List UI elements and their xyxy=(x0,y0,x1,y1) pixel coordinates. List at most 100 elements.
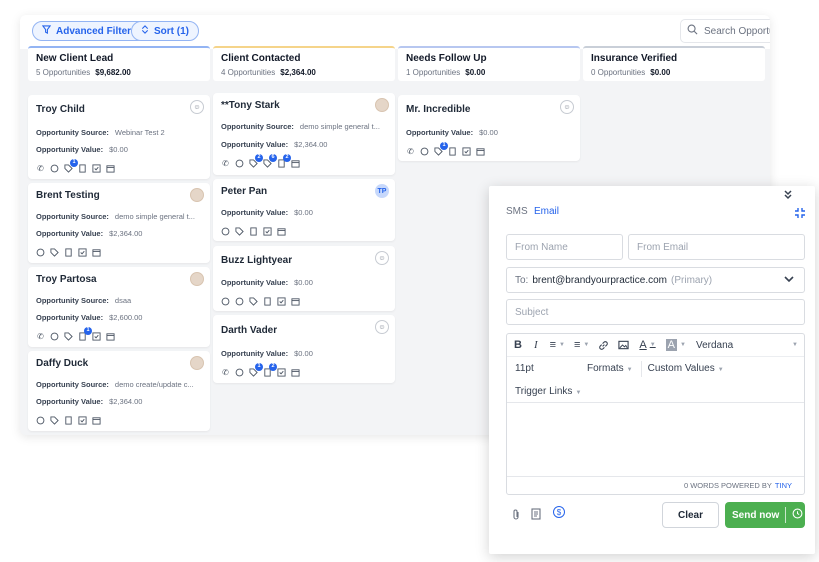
assign-user-icon[interactable]: ☺ xyxy=(375,320,389,334)
assign-user-icon[interactable]: ☺ xyxy=(375,251,389,265)
phone-icon[interactable]: ✆ xyxy=(36,164,45,173)
image-icon[interactable] xyxy=(618,340,630,350)
opportunity-card[interactable]: Mr. Incredible ☺ Opportunity Value: $0.00… xyxy=(398,95,580,161)
chat-icon[interactable] xyxy=(420,147,429,156)
attachment-icon[interactable] xyxy=(511,508,521,526)
column-header-needs-follow-up: Needs Follow Up 1 Opportunities $0.00 xyxy=(398,46,580,81)
tag-icon[interactable] xyxy=(64,332,73,341)
phone-icon[interactable]: ✆ xyxy=(406,147,415,156)
chat-icon[interactable] xyxy=(221,297,230,306)
phone-icon[interactable]: ✆ xyxy=(36,332,45,341)
tag-icon[interactable]: 1 xyxy=(434,142,448,156)
subject-field[interactable]: Subject xyxy=(506,299,805,325)
minimize-icon[interactable] xyxy=(794,206,806,224)
link-icon[interactable] xyxy=(598,340,609,351)
opportunity-card[interactable]: Troy Partosa Opportunity Source: dsaa Opp… xyxy=(28,267,210,347)
phone-icon[interactable]: ✆ xyxy=(221,159,230,168)
note-icon[interactable] xyxy=(78,164,87,173)
trigger-links-select[interactable]: Trigger Links ▼ xyxy=(515,386,581,397)
task-icon[interactable] xyxy=(277,297,286,306)
highlight-caret-icon[interactable]: ▼ xyxy=(680,342,686,348)
note-icon[interactable]: 2 xyxy=(263,363,277,377)
bold-button[interactable]: B xyxy=(514,339,522,351)
calendar-icon[interactable] xyxy=(291,297,300,306)
assign-user-icon[interactable]: ☺ xyxy=(560,100,574,114)
advanced-filters-button[interactable]: Advanced Filters xyxy=(32,21,147,41)
task-icon[interactable] xyxy=(92,164,101,173)
formats-select[interactable]: Formats ▼ xyxy=(587,363,633,374)
note-icon[interactable] xyxy=(64,416,73,425)
highlight-color-button[interactable]: A xyxy=(665,339,678,351)
note-icon[interactable]: 2 xyxy=(277,154,291,168)
font-family-caret-icon[interactable]: ▼ xyxy=(792,342,798,348)
template-icon[interactable] xyxy=(531,507,541,525)
chat-icon[interactable] xyxy=(235,297,244,306)
text-color-button[interactable]: A ▼ xyxy=(639,339,655,351)
calendar-icon[interactable] xyxy=(106,332,115,341)
tag-icon[interactable]: 6 xyxy=(263,154,277,168)
opportunity-card[interactable]: Darth Vader ☺ Opportunity Value: $0.00 ✆ … xyxy=(213,315,395,383)
tab-sms[interactable]: SMS xyxy=(506,206,528,217)
phone-icon[interactable]: ✆ xyxy=(221,368,230,377)
note-icon[interactable] xyxy=(249,227,258,236)
custom-values-select[interactable]: Custom Values ▼ xyxy=(648,363,724,374)
chat-icon[interactable] xyxy=(36,416,45,425)
tag-icon[interactable]: 2 xyxy=(249,154,263,168)
opportunity-card[interactable]: Daffy Duck Opportunity Source: demo creat… xyxy=(28,351,210,431)
task-icon[interactable] xyxy=(277,368,286,377)
search-input[interactable]: Search Opportu xyxy=(680,19,770,43)
tag-icon[interactable] xyxy=(235,227,244,236)
task-icon[interactable] xyxy=(78,248,87,257)
task-icon[interactable] xyxy=(78,416,87,425)
chat-icon[interactable] xyxy=(50,164,59,173)
task-icon[interactable] xyxy=(92,332,101,341)
note-icon[interactable]: 1 xyxy=(78,327,92,341)
calendar-icon[interactable] xyxy=(476,147,485,156)
chat-icon[interactable] xyxy=(50,332,59,341)
opportunity-card[interactable]: **Tony Stark Opportunity Source: demo sim… xyxy=(213,93,395,175)
tag-icon[interactable] xyxy=(50,416,59,425)
italic-button[interactable]: I xyxy=(534,339,538,351)
tag-icon[interactable]: 1 xyxy=(64,159,78,173)
calendar-icon[interactable] xyxy=(277,227,286,236)
from-name-field[interactable]: From Name xyxy=(506,234,623,260)
note-icon[interactable] xyxy=(448,147,457,156)
tag-icon[interactable] xyxy=(50,248,59,257)
opportunity-card[interactable]: Troy Child ☺ Opportunity Source: Webinar … xyxy=(28,95,210,179)
to-field[interactable]: To: brent@brandyourpractice.com (Primary… xyxy=(506,267,805,293)
font-size-select[interactable]: 11pt xyxy=(515,363,587,374)
assign-user-icon[interactable]: ☺ xyxy=(190,100,204,114)
chat-icon[interactable] xyxy=(235,159,244,168)
opportunity-card[interactable]: Buzz Lightyear ☺ Opportunity Value: $0.00 xyxy=(213,246,395,311)
avatar xyxy=(190,272,204,286)
font-family-select[interactable]: Verdana xyxy=(696,340,789,351)
tag-icon[interactable] xyxy=(249,297,258,306)
calendar-icon[interactable] xyxy=(291,159,300,168)
chat-icon[interactable] xyxy=(221,227,230,236)
opportunity-card[interactable]: Peter Pan TP Opportunity Value: $0.00 xyxy=(213,179,395,241)
tab-email[interactable]: Email xyxy=(534,206,559,217)
sort-button[interactable]: Sort (1) xyxy=(131,21,199,41)
note-icon[interactable] xyxy=(64,248,73,257)
calendar-icon[interactable] xyxy=(106,164,115,173)
calendar-icon[interactable] xyxy=(291,368,300,377)
task-icon[interactable] xyxy=(263,227,272,236)
task-icon[interactable] xyxy=(462,147,471,156)
toolbar-divider xyxy=(640,360,642,377)
opportunity-card[interactable]: Brent Testing Opportunity Source: demo si… xyxy=(28,183,210,263)
chat-icon[interactable] xyxy=(235,368,244,377)
chevron-down-icon[interactable] xyxy=(784,275,794,286)
send-now-button[interactable]: Send now xyxy=(725,502,805,528)
numbered-list-icon[interactable]: ≡ ▼ xyxy=(574,339,589,351)
from-email-field[interactable]: From Email xyxy=(628,234,805,260)
payment-icon[interactable]: $ xyxy=(553,506,565,518)
collapse-chevron-icon[interactable] xyxy=(783,188,793,206)
clear-button[interactable]: Clear xyxy=(662,502,719,528)
calendar-icon[interactable] xyxy=(92,248,101,257)
chat-icon[interactable] xyxy=(36,248,45,257)
calendar-icon[interactable] xyxy=(92,416,101,425)
tag-icon[interactable]: 1 xyxy=(249,363,263,377)
bullet-list-icon[interactable]: ≡ ▼ xyxy=(550,339,565,351)
note-icon[interactable] xyxy=(263,297,272,306)
schedule-clock-icon[interactable] xyxy=(792,508,803,522)
